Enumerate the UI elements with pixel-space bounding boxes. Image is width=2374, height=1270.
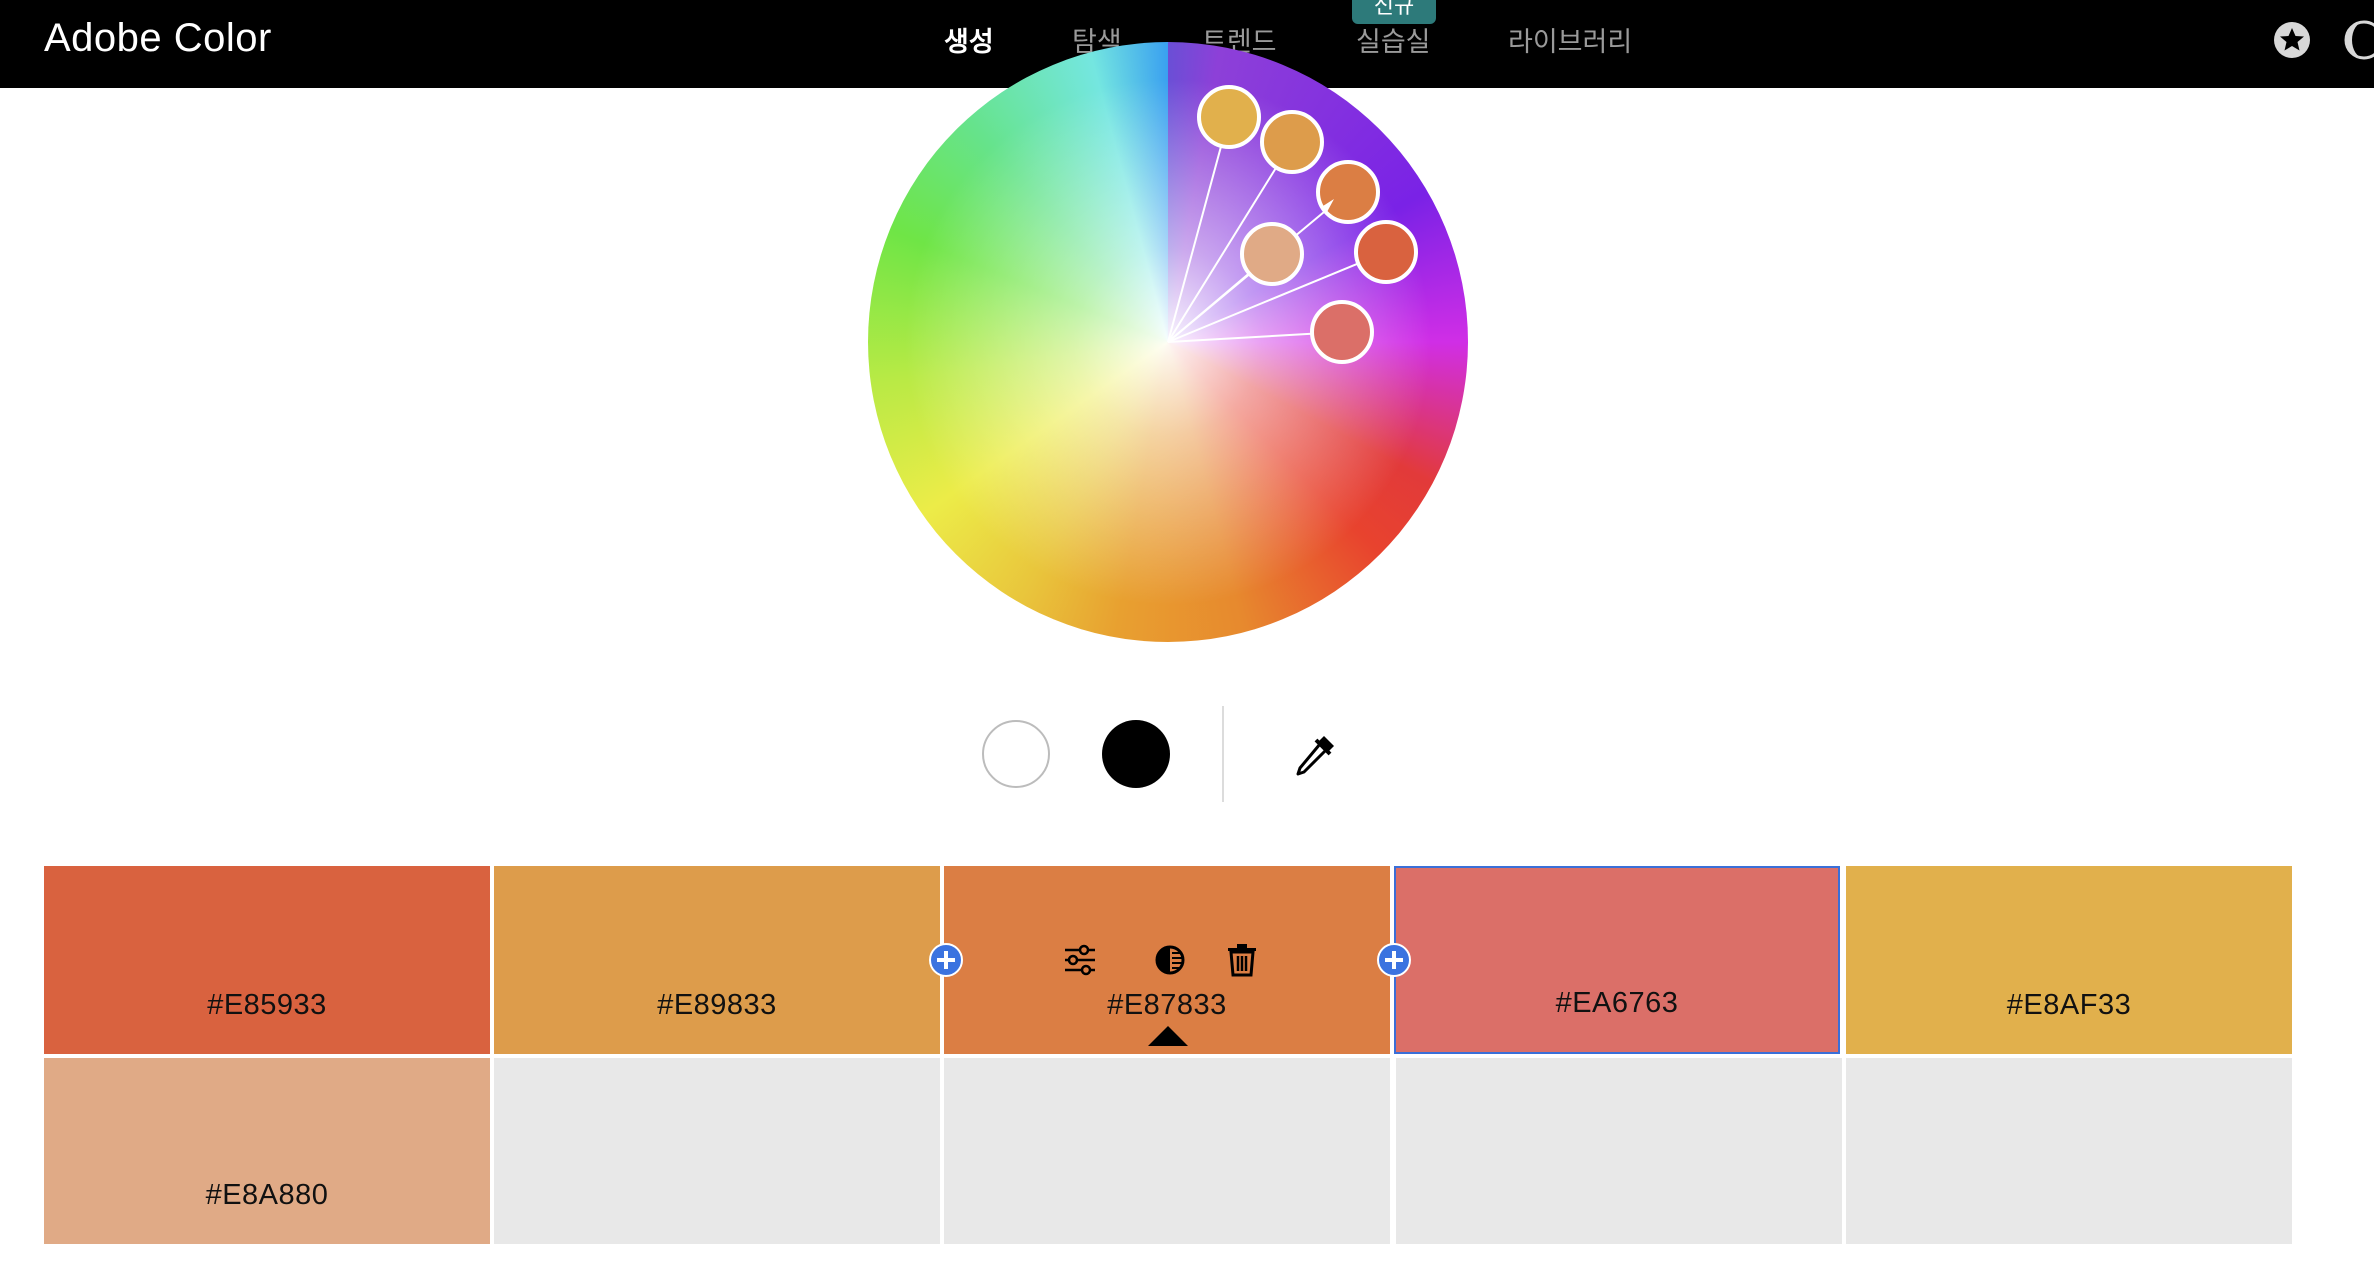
empty-swatch-slot[interactable]: [944, 1058, 1390, 1244]
empty-swatch-slot[interactable]: [1396, 1058, 1842, 1244]
wheel-handle-6: [1310, 300, 1374, 364]
add-swatch-button[interactable]: [929, 943, 963, 977]
swatch-hex[interactable]: #E8AF33: [1846, 989, 2292, 1022]
eyedropper-icon[interactable]: [1290, 730, 1340, 780]
swatch-hex[interactable]: #EA6763: [1396, 987, 1838, 1020]
wheel-handle-3: [1316, 160, 1380, 224]
swatch-hex[interactable]: #E85933: [44, 989, 490, 1022]
wheel-handle-1: [1197, 85, 1261, 149]
swatch-hex[interactable]: #E89833: [494, 989, 940, 1022]
wheel-handle-4: [1240, 222, 1304, 286]
new-badge: 신규: [1352, 0, 1436, 24]
swatch-2[interactable]: #E89833: [494, 866, 940, 1054]
white-point-button[interactable]: [982, 720, 1050, 788]
nav-item-library[interactable]: 라이브러리: [1508, 20, 1632, 59]
color-wheel[interactable]: [868, 42, 1468, 642]
wheel-markers[interactable]: [868, 42, 1468, 642]
empty-swatch-slot[interactable]: [494, 1058, 940, 1244]
swatch-6[interactable]: #E8A880: [44, 1058, 490, 1244]
black-point-button[interactable]: [1102, 720, 1170, 788]
app-title[interactable]: Adobe Color: [44, 16, 272, 61]
contrast-icon[interactable]: [1152, 942, 1188, 978]
sliders-icon[interactable]: [1062, 942, 1098, 978]
tool-divider: [1222, 706, 1224, 802]
empty-swatch-slot[interactable]: [1846, 1058, 2292, 1244]
add-swatch-button[interactable]: [1377, 943, 1411, 977]
swatch-hex[interactable]: #E8A880: [44, 1179, 490, 1212]
swatch-4[interactable]: #EA6763: [1394, 866, 1840, 1054]
swatch-hex[interactable]: #E87833: [944, 989, 1390, 1022]
moon-icon[interactable]: [2344, 20, 2374, 65]
trash-icon[interactable]: [1224, 942, 1260, 978]
swatch-5[interactable]: #E8AF33: [1846, 866, 2292, 1054]
swatch-1[interactable]: #E85933: [44, 866, 490, 1054]
active-swatch-caret: [1148, 1026, 1188, 1046]
star-circle-icon[interactable]: [2272, 20, 2312, 65]
wheel-handle-2: [1260, 110, 1324, 174]
wheel-handle-5: [1354, 220, 1418, 284]
